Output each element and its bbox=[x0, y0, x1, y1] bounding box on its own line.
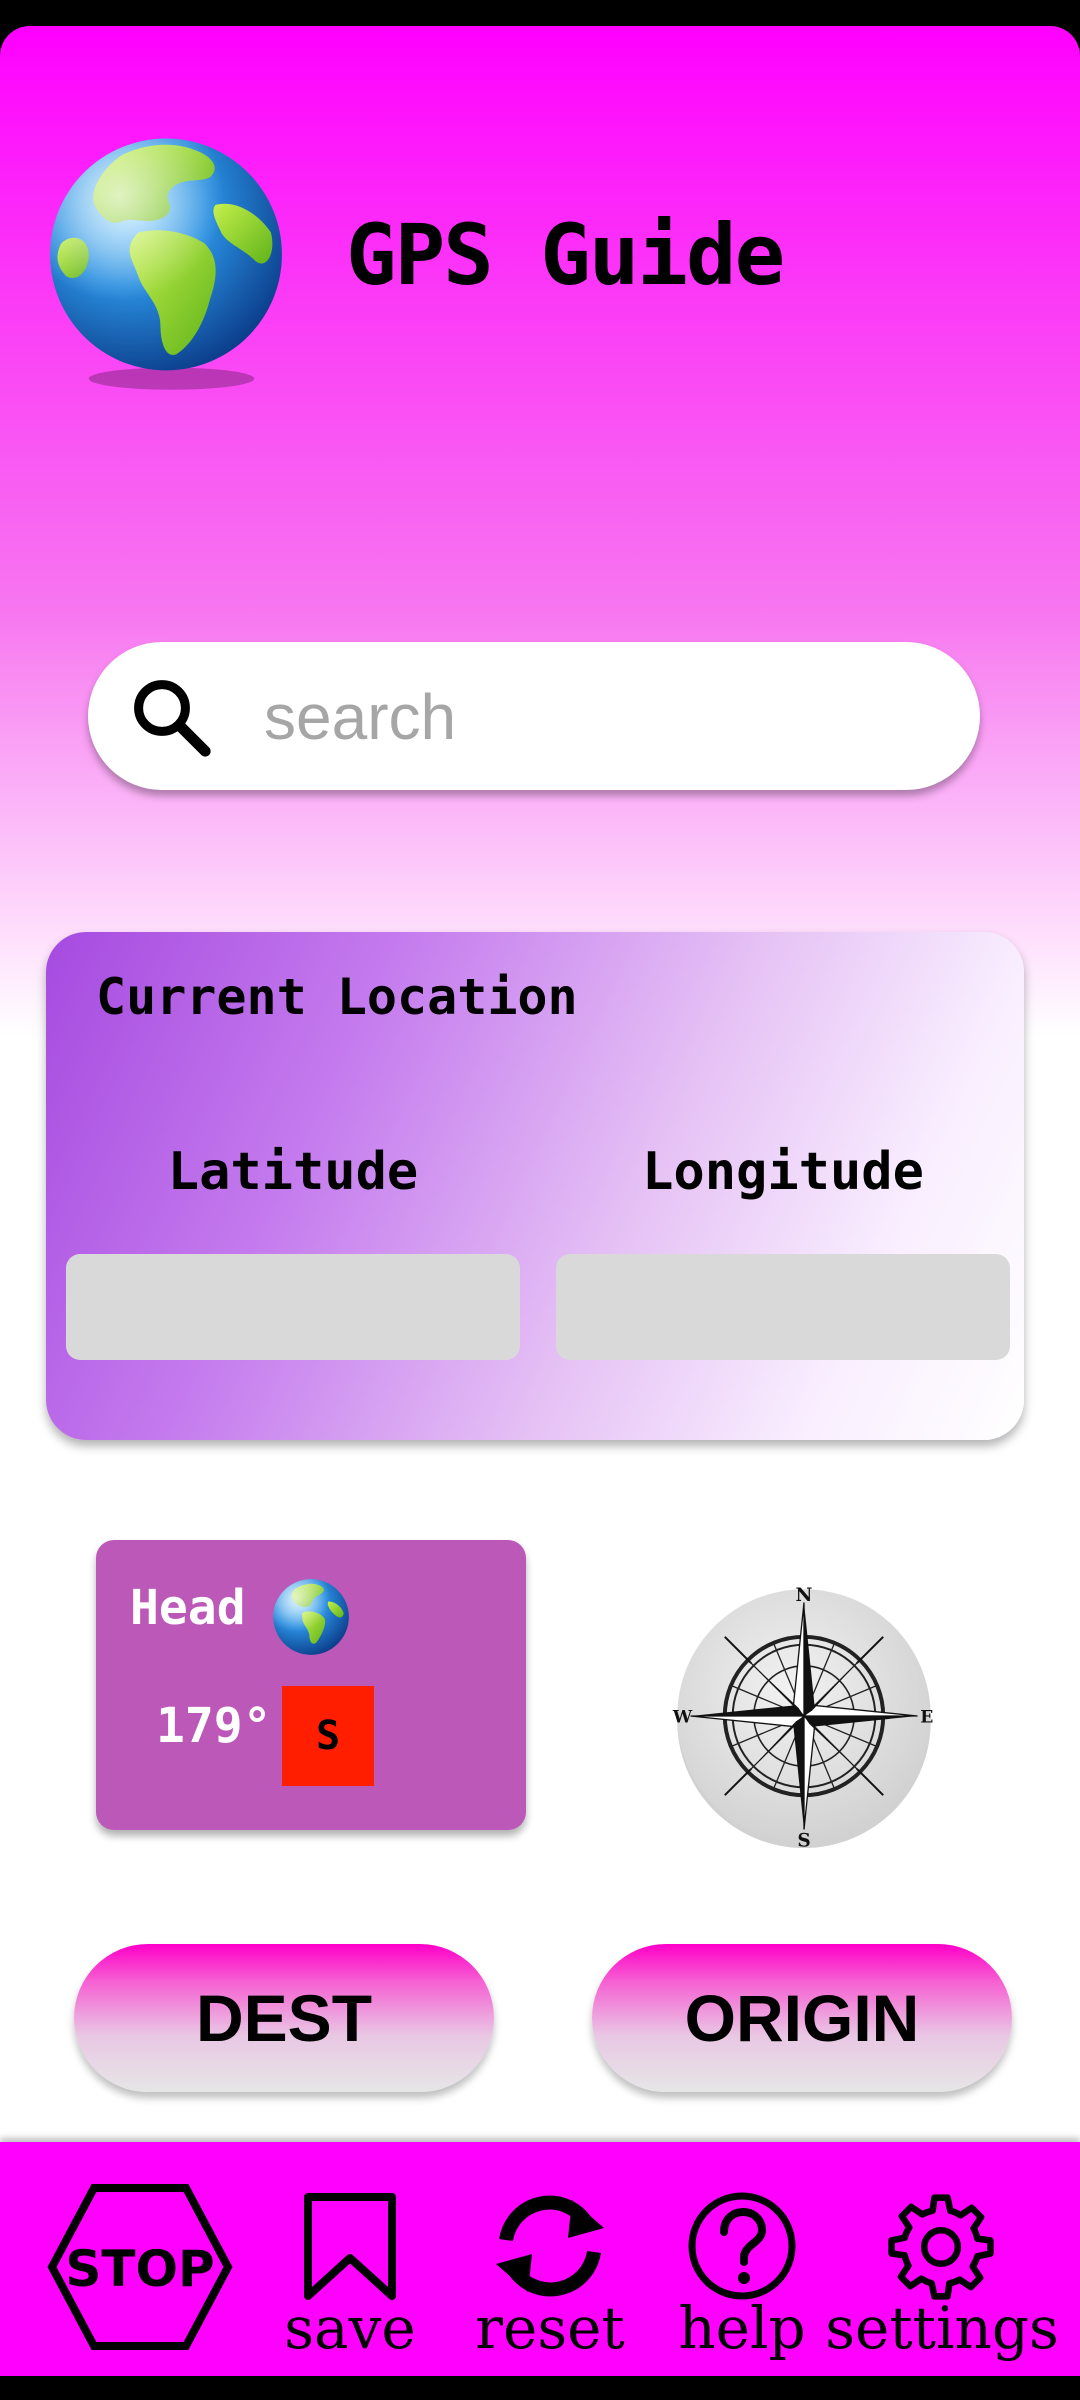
heading-card: Head 179° S bbox=[96, 1540, 526, 1830]
current-location-title: Current Location bbox=[96, 968, 578, 1026]
system-gesture-bar bbox=[0, 2376, 1080, 2400]
stop-label: STOP bbox=[65, 2240, 214, 2298]
compass-west-label: W bbox=[672, 1708, 693, 1728]
search-input[interactable] bbox=[262, 664, 946, 770]
save-label: save bbox=[284, 2294, 416, 2362]
dest-button[interactable]: DEST bbox=[74, 1944, 494, 2092]
help-label: help bbox=[678, 2294, 806, 2362]
stop-button[interactable]: STOP bbox=[40, 2142, 240, 2376]
latitude-label: Latitude bbox=[167, 1142, 419, 1202]
compass-south-label: S bbox=[797, 1831, 810, 1848]
longitude-field[interactable] bbox=[556, 1254, 1010, 1360]
compass-east-label: E bbox=[920, 1708, 933, 1728]
heading-direction-badge: S bbox=[282, 1686, 374, 1786]
latitude-field[interactable] bbox=[66, 1254, 520, 1360]
heading-label: Head bbox=[130, 1580, 246, 1636]
bottom-nav: STOP save reset help settings bbox=[0, 2142, 1080, 2376]
compass-rose-icon[interactable]: N S E W bbox=[672, 1584, 936, 1848]
gear-icon bbox=[888, 2194, 994, 2300]
bookmark-icon bbox=[304, 2193, 396, 2300]
current-location-card: Current Location Latitude Longitude bbox=[46, 932, 1024, 1440]
save-button[interactable]: save bbox=[270, 2142, 430, 2376]
settings-button[interactable]: settings bbox=[822, 2142, 1062, 2376]
reset-button[interactable]: reset bbox=[470, 2142, 630, 2376]
heading-degrees: 179° bbox=[156, 1698, 272, 1754]
compass-north-label: N bbox=[796, 1585, 813, 1606]
longitude-label: Longitude bbox=[642, 1142, 924, 1202]
globe-icon bbox=[273, 1579, 349, 1655]
search-bar[interactable] bbox=[88, 642, 980, 790]
reset-label: reset bbox=[475, 2294, 625, 2362]
settings-label: settings bbox=[825, 2294, 1059, 2362]
app-screen: GPS Guide Current Location Latitude Long… bbox=[0, 26, 1080, 2376]
stop-sign-icon: STOP bbox=[47, 2184, 233, 2350]
app-title: GPS Guide bbox=[346, 206, 785, 304]
search-icon[interactable] bbox=[126, 672, 216, 762]
origin-button[interactable]: ORIGIN bbox=[592, 1944, 1012, 2092]
refresh-icon bbox=[496, 2195, 604, 2297]
help-button[interactable]: help bbox=[672, 2142, 812, 2376]
help-question-icon bbox=[688, 2192, 796, 2300]
globe-logo-icon bbox=[50, 138, 282, 390]
